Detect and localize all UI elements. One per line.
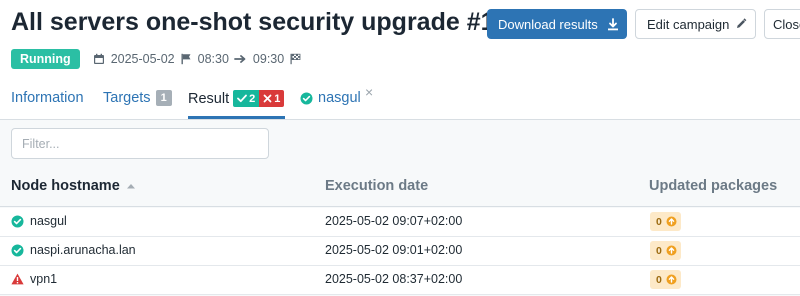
result-success-count: 2	[249, 92, 256, 105]
campaign-status-row: Running 2025-05-02 08:30 09:30	[11, 48, 307, 70]
tab-targets-label: Targets	[103, 90, 151, 106]
flag-icon	[180, 53, 192, 65]
row-hostname-cell: naspi.arunacha.lan	[11, 243, 136, 257]
tab-result-label: Result	[188, 90, 230, 107]
cross-icon	[263, 94, 272, 103]
row-execution-date: 2025-05-02 09:01+02:00	[325, 243, 463, 257]
arrow-right-icon	[234, 54, 247, 64]
column-hostname-label: Node hostname	[11, 178, 120, 194]
column-header-execution-date[interactable]: Execution date	[325, 178, 428, 194]
table-row[interactable]: vpn1 2025-05-02 08:37+02:00 0	[0, 266, 800, 295]
column-date-label: Execution date	[325, 178, 429, 194]
targets-count-badge: 1	[155, 90, 172, 106]
arrow-up-circle-icon	[666, 245, 677, 256]
arrow-up-circle-icon	[666, 274, 677, 285]
updated-packages-badge: 0	[650, 241, 681, 260]
row-hostname[interactable]: nasgul	[30, 214, 67, 228]
row-packages-cell: 0	[650, 212, 681, 231]
warning-triangle-icon	[11, 273, 24, 285]
updated-packages-count: 0	[656, 244, 662, 257]
row-hostname-cell: nasgul	[11, 214, 67, 228]
check-icon	[237, 94, 248, 103]
tab-result[interactable]: Result 2 1	[188, 90, 285, 107]
tab-node-nasgul[interactable]: nasgul	[300, 90, 361, 106]
result-success-badge: 2	[233, 90, 260, 107]
updated-packages-count: 0	[656, 215, 662, 228]
result-error-badge: 1	[259, 90, 285, 107]
calendar-icon	[93, 53, 105, 65]
tab-bar: Information Targets 1 Result 2 1 nasgul …	[0, 82, 800, 120]
table-header: Node hostname Execution date Updated pac…	[0, 168, 800, 207]
row-hostname[interactable]: naspi.arunacha.lan	[30, 243, 136, 257]
table-row[interactable]: naspi.arunacha.lan 2025-05-02 09:01+02:0…	[0, 237, 800, 266]
success-check-icon	[11, 215, 24, 228]
row-hostname[interactable]: vpn1	[30, 272, 57, 286]
download-results-label: Download results	[498, 16, 598, 32]
edit-campaign-label: Edit campaign	[647, 16, 730, 32]
column-packages-label: Updated packages	[649, 178, 778, 194]
download-results-button[interactable]: Download results	[487, 9, 627, 39]
updated-packages-badge: 0	[650, 270, 681, 289]
end-time: 09:30	[252, 52, 285, 66]
table-row[interactable]: nasgul 2025-05-02 09:07+02:00 0	[0, 208, 800, 237]
column-header-hostname[interactable]: Node hostname	[11, 178, 136, 194]
tab-information-label: Information	[11, 90, 84, 106]
updated-packages-badge: 0	[650, 212, 681, 231]
tab-node-label: nasgul	[318, 90, 361, 106]
pencil-icon	[737, 18, 747, 28]
tab-targets[interactable]: Targets 1	[103, 90, 172, 106]
start-time: 08:30	[197, 52, 229, 66]
tab-information[interactable]: Information	[11, 90, 84, 106]
checkered-flag-icon	[289, 53, 301, 65]
row-packages-cell: 0	[650, 241, 681, 260]
campaign-date: 2025-05-02	[110, 52, 175, 66]
status-badge: Running	[11, 49, 80, 69]
close-button[interactable]: Close	[764, 9, 800, 39]
result-error-count: 1	[274, 92, 281, 105]
sort-ascending-icon	[126, 184, 135, 189]
success-check-icon	[11, 244, 24, 257]
row-execution-date: 2025-05-02 09:07+02:00	[325, 214, 463, 228]
close-label: Close	[773, 16, 800, 32]
row-packages-cell: 0	[650, 270, 681, 289]
close-tab-icon[interactable]: ×	[365, 84, 373, 100]
updated-packages-count: 0	[656, 273, 662, 286]
row-execution-date: 2025-05-02 08:37+02:00	[325, 272, 463, 286]
download-icon	[607, 17, 618, 30]
page-title: All servers one-shot security upgrade #1	[11, 8, 495, 36]
arrow-up-circle-icon	[666, 216, 677, 227]
edit-campaign-button[interactable]: Edit campaign	[635, 9, 756, 39]
filter-input[interactable]	[11, 128, 269, 159]
column-header-updated-packages[interactable]: Updated packages	[649, 178, 777, 194]
success-check-icon	[300, 92, 313, 105]
row-hostname-cell: vpn1	[11, 272, 57, 286]
